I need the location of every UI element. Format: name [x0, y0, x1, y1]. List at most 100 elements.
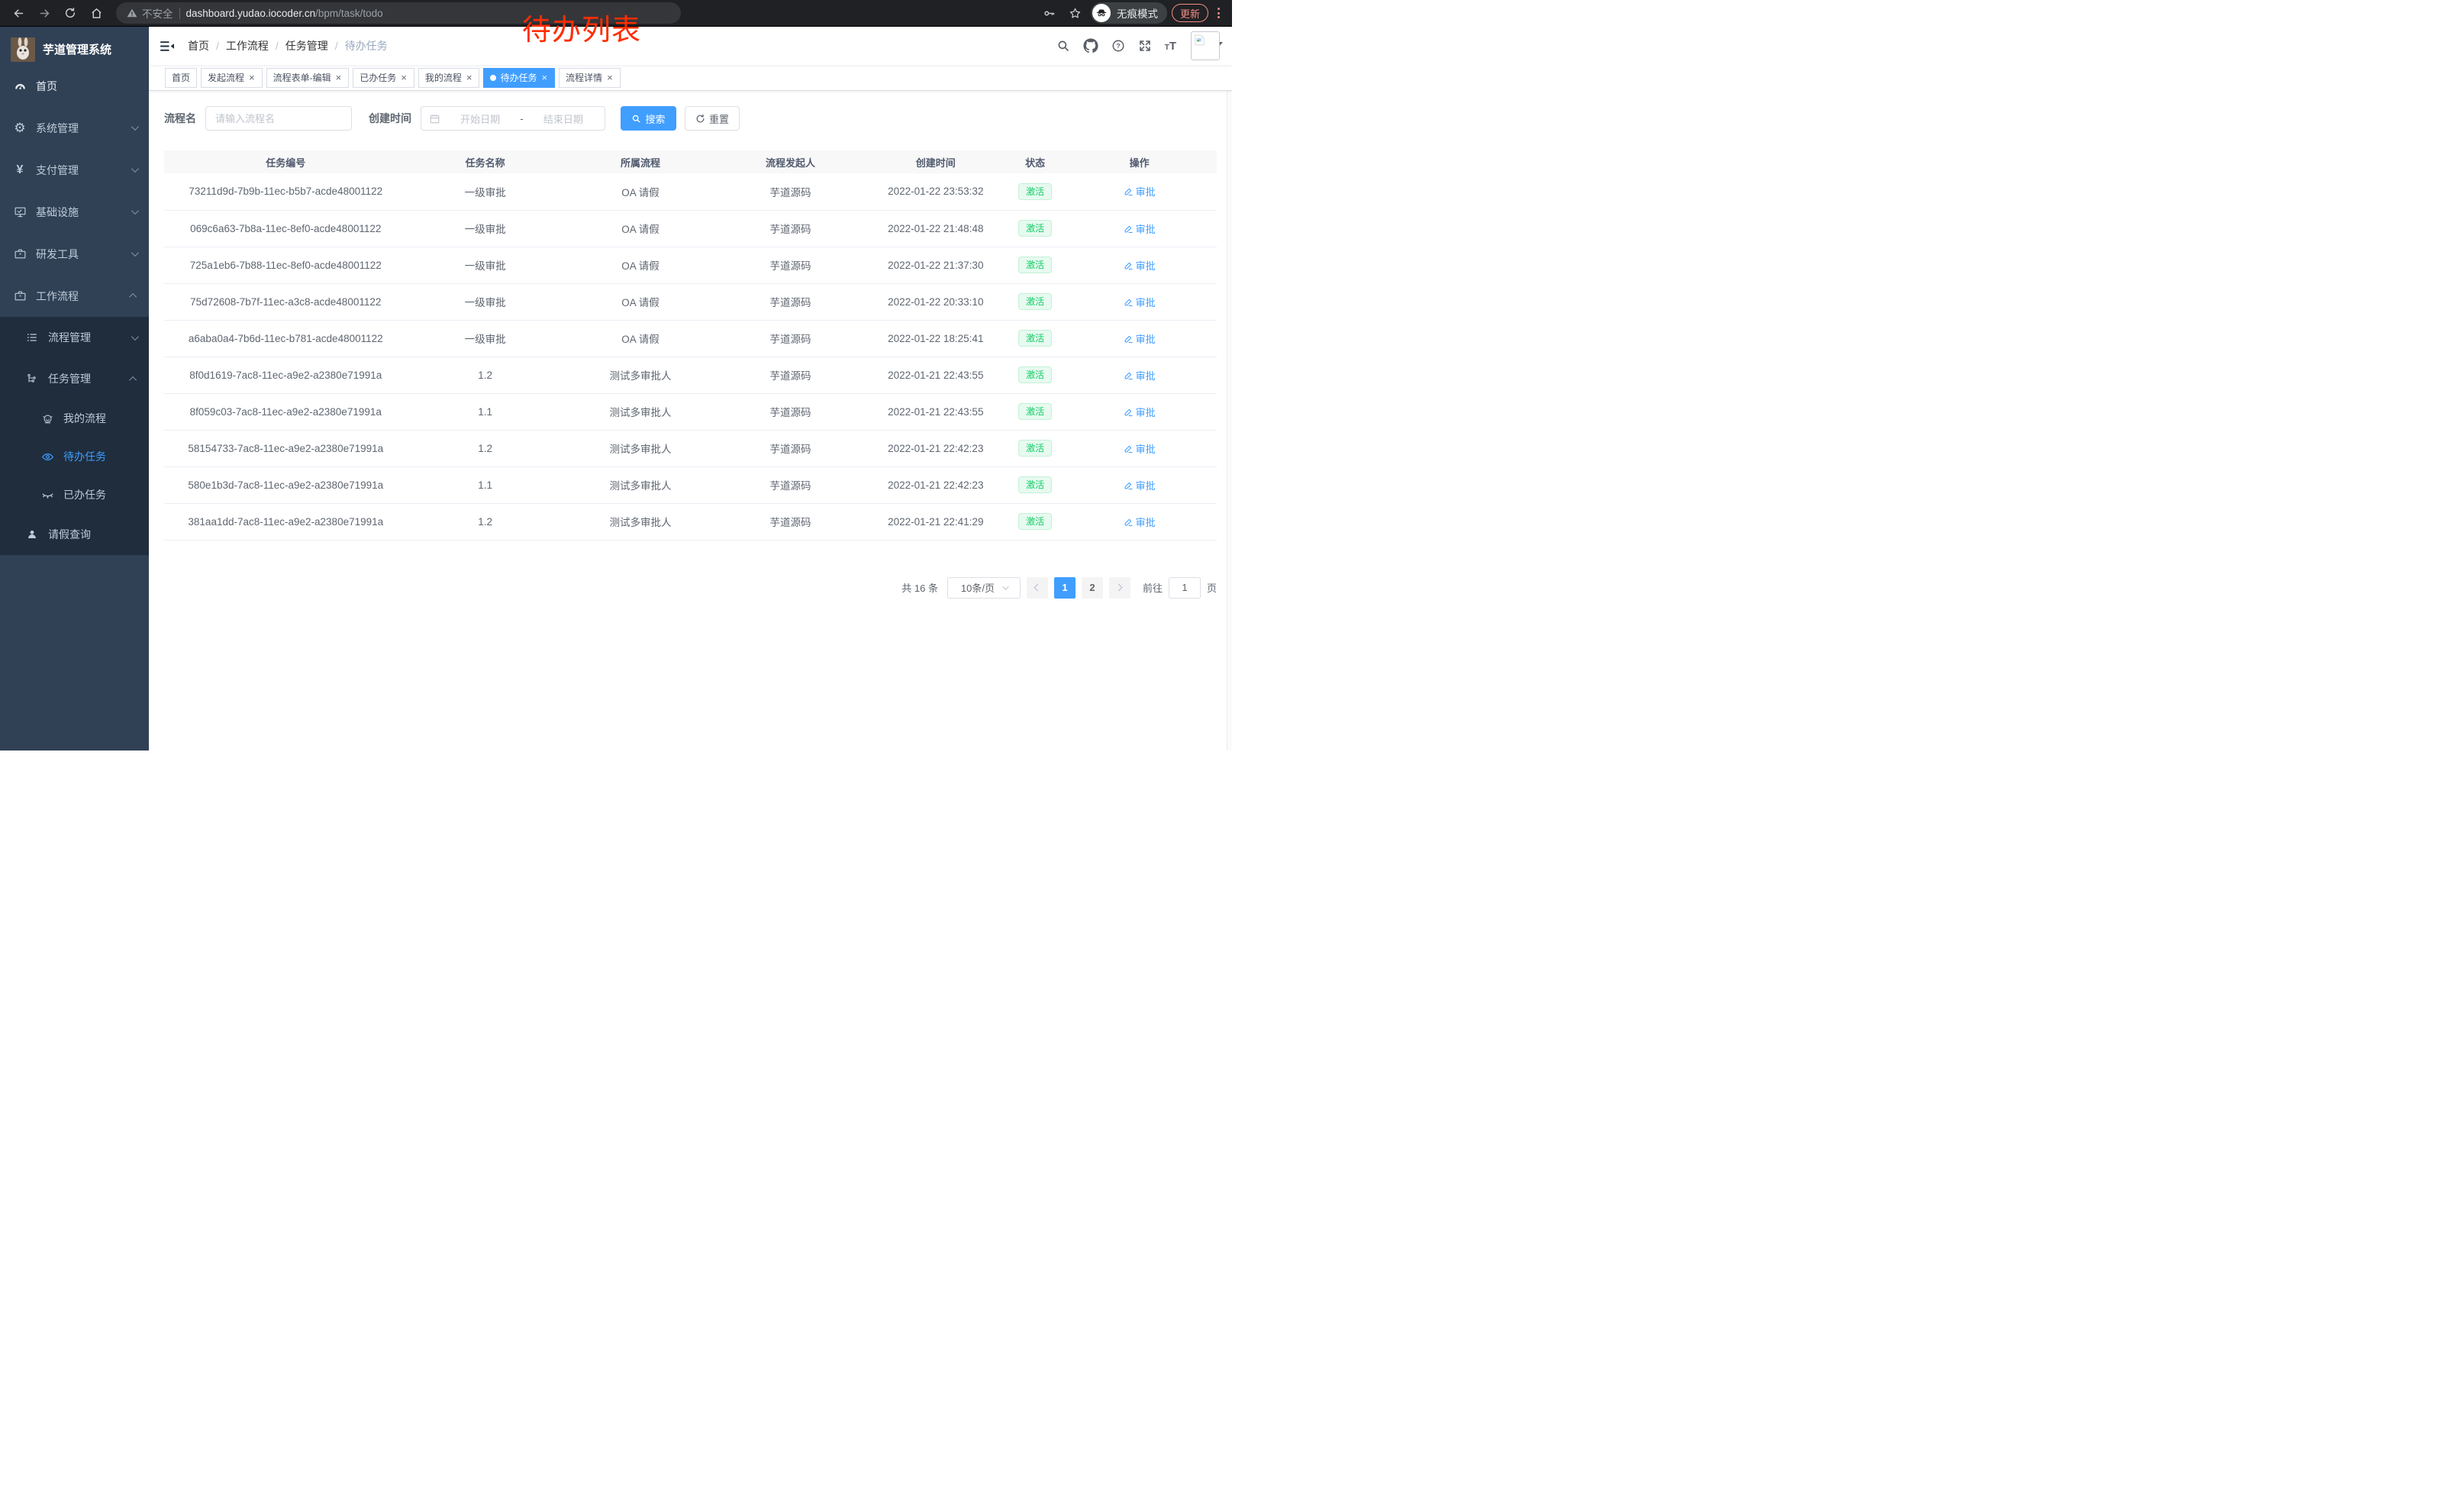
sidebar-item-workflow[interactable]: 工作流程 [0, 275, 149, 317]
edit-pencil-icon [1124, 186, 1134, 196]
process-cell: OA 请假 [563, 210, 718, 247]
tabs-bar: 首页发起流程×流程表单-编辑×已办任务×我的流程×待办任务×流程详情× [149, 65, 1232, 91]
sidebar-item-leave-query[interactable]: 请假查询 [0, 514, 149, 555]
goto-page-input[interactable] [1169, 577, 1201, 599]
bookmark-star-icon[interactable] [1065, 2, 1086, 24]
update-button[interactable]: 更新 [1172, 4, 1208, 22]
browser-toolbar: 不安全 dashboard.yudao.iocoder.cn/bpm/task/… [0, 0, 1232, 27]
status-badge: 激活 [1018, 257, 1052, 273]
approve-link[interactable]: 审批 [1124, 331, 1156, 346]
tab-item[interactable]: 我的流程× [418, 68, 480, 88]
tab-item[interactable]: 待办任务× [483, 68, 555, 88]
tab-close-icon[interactable]: × [400, 73, 408, 82]
chevron-down-icon [131, 207, 139, 215]
url-bar[interactable]: 不安全 dashboard.yudao.iocoder.cn/bpm/task/… [116, 2, 681, 24]
process-name-input[interactable] [215, 113, 342, 124]
svg-text:?: ? [1116, 42, 1120, 50]
app-title: 芋道管理系统 [43, 41, 111, 57]
edit-pencil-icon [1124, 480, 1134, 490]
col-task-name: 任务名称 [408, 150, 563, 173]
tab-item[interactable]: 发起流程× [201, 68, 263, 88]
content: 流程名 创建时间 开始日期 - 结束日期 搜索 [149, 91, 1232, 750]
help-icon[interactable]: ? [1111, 39, 1125, 53]
avatar[interactable] [1191, 31, 1220, 60]
sidebar-item-task-management[interactable]: 任务管理 [0, 358, 149, 399]
approve-link[interactable]: 审批 [1124, 405, 1156, 419]
sidebar-item-dev-tools[interactable]: 研发工具 [0, 233, 149, 275]
end-date-placeholder: 结束日期 [530, 111, 597, 126]
task-name-cell: 1.1 [408, 393, 563, 430]
total-count: 共 16 条 [901, 580, 938, 595]
approve-link[interactable]: 审批 [1124, 515, 1156, 529]
approve-link[interactable]: 审批 [1124, 258, 1156, 273]
reset-button[interactable]: 重置 [685, 106, 740, 131]
browser-menu-icon[interactable] [1213, 8, 1224, 18]
edit-pencil-icon [1124, 370, 1134, 380]
sidebar-item-home[interactable]: 首页 [0, 65, 149, 107]
created-time-cell: 2022-01-22 21:37:30 [863, 247, 1008, 283]
sidebar-item-my-process[interactable]: 我的流程 [0, 399, 149, 437]
sidebar-item-system[interactable]: ⚙ 系统管理 [0, 107, 149, 149]
sidebar-item-process-management[interactable]: 流程管理 [0, 317, 149, 358]
approve-link[interactable]: 审批 [1124, 295, 1156, 309]
approve-link[interactable]: 审批 [1124, 184, 1156, 199]
next-page-button[interactable] [1109, 577, 1130, 599]
tab-item[interactable]: 首页 [165, 68, 197, 88]
avatar-menu[interactable] [1189, 31, 1223, 60]
task-name-cell: 1.1 [408, 466, 563, 503]
tab-item[interactable]: 流程详情× [559, 68, 621, 88]
approve-link[interactable]: 审批 [1124, 368, 1156, 383]
tab-item[interactable]: 已办任务× [353, 68, 414, 88]
font-size-icon[interactable]: TT [1165, 40, 1176, 52]
status-badge: 激活 [1018, 440, 1052, 457]
back-icon[interactable] [8, 2, 29, 24]
breadcrumb-home[interactable]: 首页 [188, 38, 209, 53]
tab-close-icon[interactable]: × [606, 73, 614, 82]
goto-label: 前往 [1143, 580, 1163, 595]
github-icon[interactable] [1083, 38, 1098, 53]
search-button[interactable]: 搜索 [621, 106, 676, 131]
col-actions: 操作 [1062, 150, 1217, 173]
created-time-cell: 2022-01-22 21:48:48 [863, 210, 1008, 247]
fullscreen-icon[interactable] [1138, 39, 1152, 53]
sidebar-item-done-tasks[interactable]: 已办任务 [0, 476, 149, 514]
task-id-cell: 381aa1dd-7ac8-11ec-a9e2-a2380e71991a [164, 503, 408, 540]
approve-link[interactable]: 审批 [1124, 441, 1156, 456]
page-button-2[interactable]: 2 [1082, 577, 1103, 599]
url-text[interactable]: dashboard.yudao.iocoder.cn/bpm/task/todo [186, 8, 383, 19]
edit-pencil-icon [1124, 407, 1134, 417]
task-id-cell: 75d72608-7b7f-11ec-a3c8-acde48001122 [164, 283, 408, 320]
tab-close-icon[interactable]: × [540, 73, 548, 82]
reload-icon[interactable] [60, 2, 81, 24]
tab-item[interactable]: 流程表单-编辑× [266, 68, 350, 88]
created-time-cell: 2022-01-22 20:33:10 [863, 283, 1008, 320]
process-name-input-wrap [205, 106, 352, 131]
screen: 不安全 dashboard.yudao.iocoder.cn/bpm/task/… [0, 0, 1232, 750]
tab-close-icon[interactable]: × [248, 73, 256, 82]
eye-closed-icon [38, 489, 56, 502]
page-size-select[interactable]: 10条/页 [947, 577, 1021, 599]
page-scrollbar[interactable] [1227, 27, 1232, 750]
sidebar-collapse-icon[interactable] [149, 40, 182, 52]
forward-icon[interactable] [34, 2, 55, 24]
chevron-down-icon [1002, 583, 1008, 589]
key-icon[interactable] [1039, 2, 1060, 24]
tab-close-icon[interactable]: × [335, 73, 343, 82]
not-secure-warning[interactable]: 不安全 [127, 5, 173, 21]
page-button-1[interactable]: 1 [1054, 577, 1076, 599]
prev-page-button[interactable] [1027, 577, 1048, 599]
tab-close-icon[interactable]: × [466, 73, 473, 82]
search-icon[interactable] [1056, 39, 1070, 53]
sidebar-item-payment[interactable]: ¥ 支付管理 [0, 149, 149, 191]
active-tab-dot-icon [490, 75, 496, 81]
approve-link[interactable]: 审批 [1124, 221, 1156, 236]
date-range-picker[interactable]: 开始日期 - 结束日期 [421, 106, 605, 131]
approve-link[interactable]: 审批 [1124, 478, 1156, 492]
refresh-icon [695, 114, 705, 124]
sidebar-item-todo-tasks[interactable]: 待办任务 [0, 437, 149, 476]
sidebar-item-infrastructure[interactable]: 基础设施 [0, 191, 149, 233]
home-icon[interactable] [85, 2, 107, 24]
created-time-cell: 2022-01-21 22:42:23 [863, 466, 1008, 503]
app-logo-row[interactable]: 芋道管理系统 [0, 27, 149, 65]
pagination: 共 16 条 10条/页 12 前往 页 [164, 577, 1217, 599]
